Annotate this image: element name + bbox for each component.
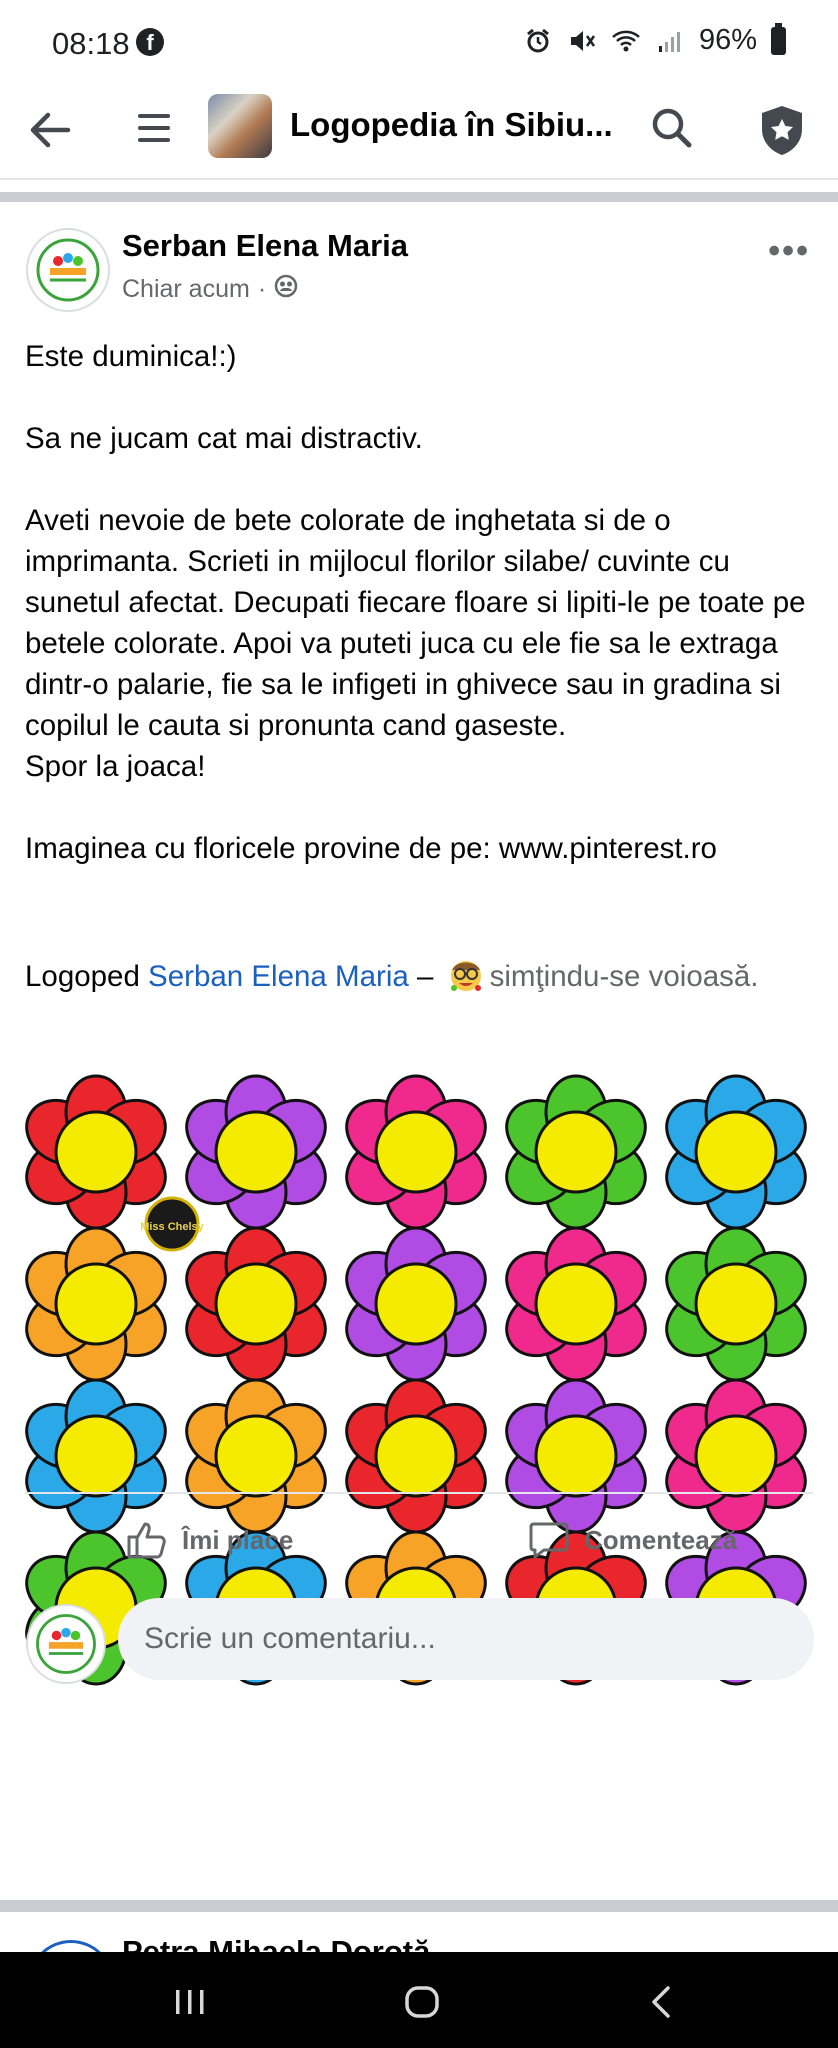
flower <box>185 1074 327 1230</box>
flower <box>185 1226 327 1382</box>
post-meta: Chiar acum · <box>122 274 298 305</box>
post-actions: Îmi place Comentează <box>0 1514 838 1568</box>
actions-divider <box>25 1492 813 1494</box>
flower <box>665 1226 807 1382</box>
mute-icon <box>567 26 597 56</box>
feed-separator <box>0 192 838 202</box>
feeling-emoji-icon <box>446 954 486 994</box>
post-paragraph: Aveti nevoie de bete colorate de ingheta… <box>25 504 806 742</box>
post-tag-line: Logoped Serban Elena Maria – simţindu-se… <box>25 954 815 999</box>
flower <box>505 1226 647 1382</box>
status-bar: 08:18 f 96% <box>0 0 838 80</box>
flower <box>25 1378 167 1534</box>
flower <box>665 1074 807 1230</box>
feed-separator-2 <box>0 1900 838 1912</box>
group-title[interactable]: Logopedia în Sibiu... <box>290 106 613 144</box>
status-time: 08:18 <box>52 26 130 61</box>
next-post-author[interactable]: Petra Mihaela Doroţă <box>122 1934 430 1952</box>
flower <box>505 1378 647 1534</box>
author-avatar[interactable] <box>26 228 110 312</box>
menu-icon[interactable] <box>132 106 176 150</box>
flower <box>345 1074 487 1230</box>
post-body: Este duminica!:) Sa ne jucam cat mai dis… <box>25 336 815 869</box>
like-button[interactable]: Îmi place <box>126 1520 293 1560</box>
battery-percent: 96% <box>698 24 757 56</box>
group-cover-thumbnail[interactable] <box>208 94 272 158</box>
app-bar: Logopedia în Sibiu... <box>0 82 838 180</box>
flower <box>25 1226 167 1382</box>
post-paragraph: Sa ne jucam cat mai distractiv. <box>25 422 423 455</box>
more-options-icon[interactable]: ••• <box>768 232 810 271</box>
battery-icon <box>771 22 786 55</box>
post-author[interactable]: Serban Elena Maria <box>122 228 408 264</box>
feeling-text: simţindu-se voioasă. <box>489 960 759 993</box>
status-icons: 96% <box>523 22 786 57</box>
like-label: Îmi place <box>182 1524 294 1555</box>
alarm-icon <box>523 26 553 56</box>
system-navigation-bar <box>0 1952 838 2048</box>
watermark-text: Miss Chelsy <box>140 1221 204 1233</box>
wifi-icon <box>611 26 641 56</box>
flower <box>505 1074 647 1230</box>
comment-bubble-icon <box>529 1522 569 1559</box>
my-avatar <box>26 1604 106 1684</box>
system-back-icon[interactable] <box>640 1980 684 2024</box>
recent-apps-icon[interactable] <box>168 1980 212 2024</box>
meta-dot: · <box>257 275 267 303</box>
watermark-badge: Miss Chelsy <box>140 1196 205 1252</box>
next-post-preview: Petra Mihaela Doroţă <box>0 1912 838 1952</box>
flower <box>665 1378 807 1534</box>
flower <box>345 1226 487 1382</box>
flower <box>185 1378 327 1534</box>
facebook-notification-icon: f <box>136 28 164 56</box>
post-paragraph: Este duminica!:) <box>25 340 237 373</box>
search-icon[interactable] <box>646 102 698 154</box>
back-arrow-icon[interactable] <box>24 104 76 156</box>
post-paragraph: Spor la joaca! <box>25 750 206 783</box>
comment-input[interactable]: Scrie un comentariu... <box>118 1598 814 1680</box>
group-audience-icon <box>274 274 298 305</box>
thumbs-up-icon <box>127 1522 166 1559</box>
comment-composer: Scrie un comentariu... <box>0 1598 838 1688</box>
tag-dash: – <box>408 960 442 993</box>
post-paragraph: Imaginea cu floricele provine de pe: www… <box>25 832 717 865</box>
tag-prefix: Logoped <box>25 960 149 993</box>
tagged-user-link[interactable]: Serban Elena Maria <box>148 960 409 993</box>
post-timestamp[interactable]: Chiar acum <box>122 275 250 304</box>
signal-icon <box>655 26 685 56</box>
flower <box>345 1378 487 1534</box>
admin-shield-icon[interactable] <box>756 102 808 158</box>
comment-label: Comentează <box>584 1524 738 1555</box>
home-icon[interactable] <box>400 1980 444 2024</box>
comment-button[interactable]: Comentează <box>528 1520 737 1560</box>
next-post-avatar[interactable] <box>28 1940 114 1952</box>
